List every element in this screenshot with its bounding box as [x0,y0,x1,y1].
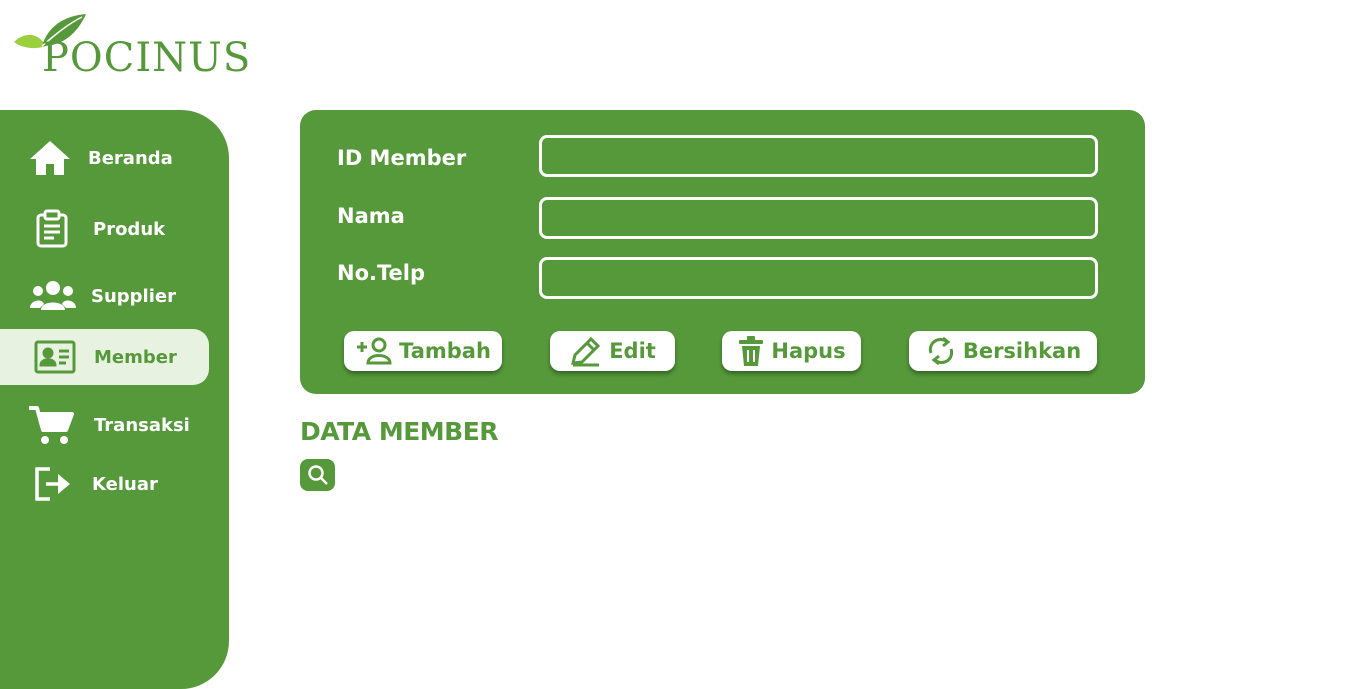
member-form-panel: ID Member Nama No.Telp Tambah Edit Hapus… [300,110,1145,394]
id-member-input[interactable] [539,135,1098,177]
app-logo: POCINUS [12,12,250,84]
trash-icon [739,336,764,366]
sidebar-item-keluar[interactable]: Keluar [0,456,209,512]
sidebar-item-transaksi[interactable]: Transaksi [0,397,209,453]
id-card-icon [32,334,78,380]
clipboard-icon [29,206,75,252]
clear-button[interactable]: Bersihkan [909,331,1097,371]
logo-text: POCINUS [42,35,252,81]
home-icon [27,135,73,181]
no-telp-label: No.Telp [337,261,425,285]
sidebar-item-label: Supplier [91,285,176,307]
sidebar-item-member[interactable]: Member [0,329,209,385]
search-button[interactable] [300,459,335,491]
nama-input[interactable] [539,197,1098,239]
no-telp-input[interactable] [539,257,1098,299]
edit-button-label: Edit [609,339,656,363]
cart-icon [28,402,74,448]
sidebar-item-beranda[interactable]: Beranda [0,130,209,186]
clear-button-label: Bersihkan [962,339,1082,363]
sidebar-item-label: Transaksi [94,414,190,436]
id-member-label: ID Member [337,146,467,170]
refresh-icon [928,336,953,366]
delete-button-label: Hapus [771,339,846,363]
search-icon [307,465,328,485]
section-title: DATA MEMBER [300,417,499,446]
sidebar-item-label: Beranda [88,147,173,169]
pencil-icon [571,336,601,367]
sidebar-item-produk[interactable]: Produk [0,201,209,257]
add-button-label: Tambah [399,339,491,363]
user-plus-icon [357,337,392,365]
users-icon [30,273,76,319]
sidebar-item-label: Member [94,346,177,368]
nama-label: Nama [337,204,405,228]
sidebar-item-supplier[interactable]: Supplier [0,268,209,324]
logout-icon [29,461,75,507]
add-button[interactable]: Tambah [344,331,502,371]
sidebar: Beranda Produk Supplier Member Transaksi… [0,110,229,689]
edit-button[interactable]: Edit [550,331,675,371]
delete-button[interactable]: Hapus [722,331,861,371]
sidebar-item-label: Produk [93,218,166,240]
sidebar-item-label: Keluar [92,473,158,495]
